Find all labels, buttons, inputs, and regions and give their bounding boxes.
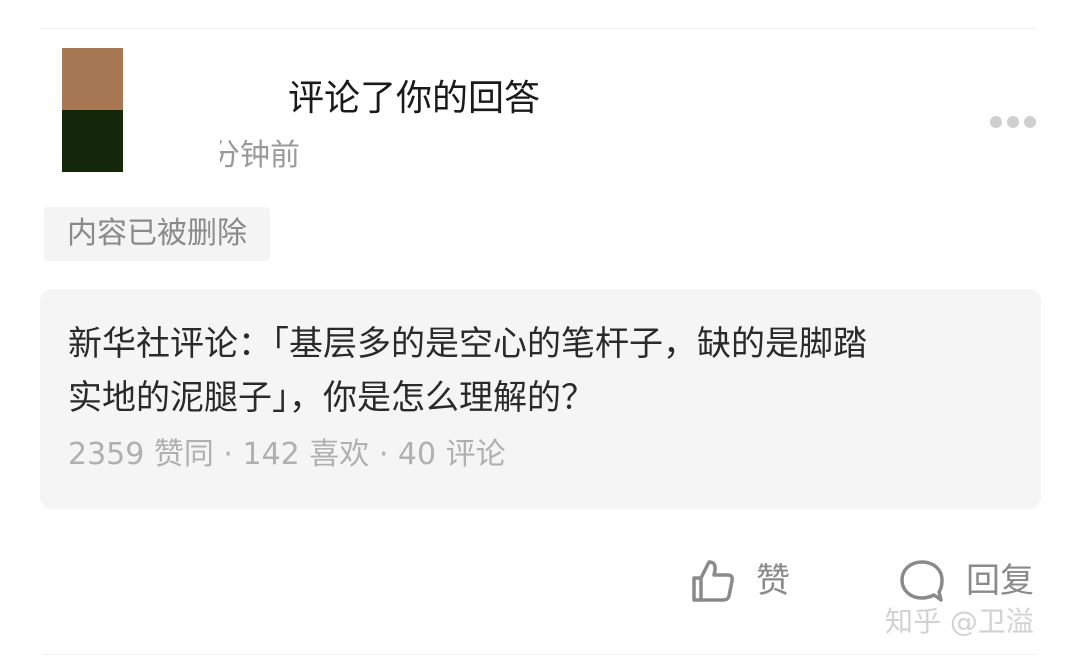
reply-label: 回复 bbox=[966, 561, 1034, 601]
bottom-divider bbox=[42, 654, 1037, 655]
like-label: 赞 bbox=[756, 561, 790, 601]
question-stats: 2359 赞同 · 142 喜欢 · 40 评论 bbox=[68, 437, 506, 472]
dot-icon bbox=[1024, 116, 1036, 128]
question-title[interactable]: 新华社评论：「基层多的是空心的笔杆子，缺的是脚踏 实地的泥腿子」，你是怎么理解的… bbox=[68, 317, 1018, 425]
like-button[interactable]: 赞 bbox=[690, 556, 790, 606]
watermark: 知乎 @卫溢 bbox=[885, 605, 1034, 638]
dot-icon bbox=[1007, 116, 1019, 128]
username-redacted bbox=[140, 70, 280, 130]
avatar-top-block bbox=[62, 48, 123, 110]
question-card[interactable]: 新华社评论：「基层多的是空心的笔杆子，缺的是脚踏 实地的泥腿子」，你是怎么理解的… bbox=[40, 289, 1041, 509]
timestamp: 分钟前 bbox=[210, 138, 300, 173]
question-title-line: 新华社评论：「基层多的是空心的笔杆子，缺的是脚踏 bbox=[68, 324, 867, 364]
thumbs-up-icon bbox=[692, 560, 734, 602]
speech-bubble-icon bbox=[900, 560, 944, 602]
deleted-content-tag: 内容已被删除 bbox=[44, 207, 270, 261]
avatar[interactable] bbox=[62, 48, 123, 172]
reply-button[interactable]: 回复 bbox=[898, 556, 1034, 606]
notification-text: 评论了你的回答 bbox=[288, 78, 541, 119]
question-title-line: 实地的泥腿子」，你是怎么理解的？ bbox=[68, 378, 595, 418]
more-dots-icon[interactable] bbox=[990, 115, 1036, 129]
avatar-bottom-block bbox=[62, 110, 123, 172]
dot-icon bbox=[990, 116, 1002, 128]
timestamp-redacted bbox=[140, 130, 220, 180]
top-divider bbox=[42, 28, 1037, 29]
